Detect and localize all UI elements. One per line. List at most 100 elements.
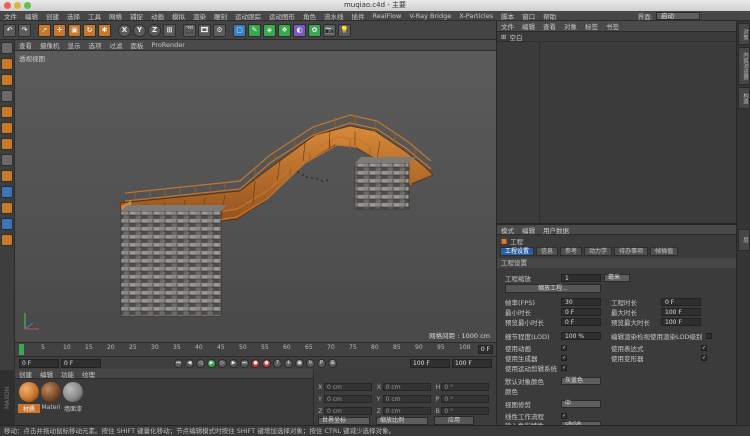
tab-todo[interactable]: 待办事项	[614, 246, 649, 256]
deformer-icon[interactable]: ◐	[293, 23, 306, 37]
stone-pier-left[interactable]	[120, 210, 222, 317]
timeline[interactable]: 0510152025303540455055606570758085909510…	[15, 342, 496, 356]
tab-structure[interactable]: 构造	[738, 87, 750, 109]
render-view-icon[interactable]: 🎬	[183, 23, 196, 37]
play-icon[interactable]: ▶	[207, 358, 216, 368]
obj-menu-edit[interactable]: 编辑	[518, 21, 539, 31]
axis-z-icon[interactable]: Z	[148, 23, 161, 37]
lod-render-checkbox[interactable]	[705, 332, 712, 339]
use-generators-checkbox[interactable]: ✓	[561, 354, 567, 361]
project-scale-unit[interactable]: 毫米	[604, 273, 630, 282]
object-color-dropdown[interactable]: 灰蓝色	[561, 376, 601, 385]
cloner-icon[interactable]: ❖	[278, 23, 291, 37]
edges-mode-icon[interactable]	[1, 122, 13, 134]
render-picture-icon[interactable]: 🎞	[198, 23, 211, 37]
spline-pen-icon[interactable]: ✎	[248, 23, 261, 37]
make-editable-icon[interactable]	[1, 42, 13, 54]
menu-render[interactable]: 渲染	[189, 11, 210, 21]
obj-menu-tags[interactable]: 标签	[581, 21, 602, 31]
rot-p-field[interactable]: 0 °	[441, 394, 490, 403]
rotation-key-icon[interactable]: ↻	[306, 358, 315, 368]
obj-menu-object[interactable]: 对象	[560, 21, 581, 31]
pos-z-field[interactable]: 0 cm	[324, 406, 372, 415]
menu-simulate[interactable]: 模拟	[168, 11, 189, 21]
menu-plugins[interactable]: 插件	[348, 11, 369, 21]
menu-script[interactable]: 脚本	[497, 11, 518, 21]
menu-help[interactable]: 帮助	[539, 11, 560, 21]
preview-min-field[interactable]: 0 F	[561, 317, 601, 326]
material-swatch-3[interactable]	[63, 382, 83, 402]
recent-tool-icon[interactable]: ✱	[98, 23, 111, 37]
vp-menu-prorender[interactable]: ProRender	[148, 41, 189, 49]
coord-apply-button[interactable]: 应用	[434, 416, 474, 425]
menu-realflow[interactable]: RealFlow	[369, 12, 406, 20]
max-time-field[interactable]: 100 F	[661, 307, 701, 316]
minimize-icon[interactable]	[14, 2, 21, 9]
menu-snap[interactable]: 捕捉	[126, 11, 147, 21]
menu-window[interactable]: 窗口	[518, 11, 539, 21]
rotate-icon[interactable]: ↻	[83, 23, 96, 37]
timeline-end-field[interactable]: 0 F	[477, 345, 493, 354]
light-icon[interactable]: 💡	[338, 23, 351, 37]
menu-vray[interactable]: V-Ray Bridge	[405, 12, 455, 20]
rot-b-field[interactable]: 0 °	[441, 406, 490, 415]
min-time-field[interactable]: 0 F	[561, 307, 601, 316]
scale-project-button[interactable]: 缩放工程...	[505, 284, 601, 293]
next-frame-icon[interactable]: ▷	[218, 358, 227, 368]
prev-key-icon[interactable]: ◀	[185, 358, 194, 368]
fps-field[interactable]: 30	[561, 297, 601, 306]
use-animation-checkbox[interactable]: ✓	[561, 344, 567, 351]
mat-menu-create[interactable]: 创建	[15, 369, 36, 379]
use-deformers-checkbox[interactable]: ✓	[701, 354, 707, 361]
tab-dynamics[interactable]: 动力学	[584, 246, 613, 256]
mat-menu-texture[interactable]: 纹理	[78, 369, 99, 379]
pla-key-icon[interactable]: ⊞	[328, 358, 337, 368]
param-key-icon[interactable]: P	[317, 358, 326, 368]
menu-xparticles[interactable]: X-Particles	[455, 12, 497, 20]
use-expressions-checkbox[interactable]: ✓	[701, 344, 707, 351]
cube-icon[interactable]: ▢	[233, 23, 246, 37]
vp-menu-camera[interactable]: 摄像机	[36, 40, 64, 50]
rot-h-field[interactable]: 0 °	[441, 382, 490, 391]
menu-edit[interactable]: 编辑	[21, 11, 42, 21]
bridge-model[interactable]	[15, 51, 496, 342]
obj-menu-bookmarks[interactable]: 书签	[602, 21, 623, 31]
tab-reference[interactable]: 参考	[560, 246, 583, 256]
vp-menu-filter[interactable]: 过滤	[106, 40, 127, 50]
linear-workflow-checkbox[interactable]: ✓	[561, 412, 567, 419]
camera-icon[interactable]: 📷	[323, 23, 336, 37]
axis-x-icon[interactable]: X	[118, 23, 131, 37]
stone-pier-right[interactable]	[354, 162, 410, 210]
axis-y-icon[interactable]: Y	[133, 23, 146, 37]
current-frame-field[interactable]: 0 F	[61, 358, 101, 368]
move-icon[interactable]: ✛	[53, 23, 66, 37]
menu-create[interactable]: 创建	[42, 11, 63, 21]
menu-tools[interactable]: 工具	[84, 11, 105, 21]
coord-scale-dropdown[interactable]: 缩放比例	[376, 416, 428, 425]
start-frame-field[interactable]: 0 F	[19, 358, 59, 368]
close-icon[interactable]	[4, 2, 11, 9]
vp-menu-display[interactable]: 显示	[64, 40, 85, 50]
mat-menu-function[interactable]: 功能	[57, 369, 78, 379]
menu-character[interactable]: 角色	[299, 11, 320, 21]
timeline-ruler[interactable]: 0510152025303540455055606570758085909510…	[19, 344, 491, 356]
menu-file[interactable]: 文件	[0, 11, 21, 21]
object-row[interactable]: ⊞ 空白	[497, 32, 736, 42]
texture-mode-icon[interactable]	[1, 74, 13, 86]
project-length-field[interactable]: 0 F	[661, 297, 701, 306]
prev-frame-icon[interactable]: ◁	[196, 358, 205, 368]
size-y-field[interactable]: 0 cm	[382, 394, 431, 403]
next-key-icon[interactable]: ▶	[229, 358, 238, 368]
view-clip-dropdown[interactable]: 中	[561, 399, 601, 408]
scale-icon[interactable]: ▣	[68, 23, 81, 37]
pos-x-field[interactable]: 0 cm	[324, 382, 372, 391]
autokey-icon[interactable]: ●	[262, 358, 271, 368]
tab-objects[interactable]: 对象	[738, 23, 750, 45]
vp-menu-view[interactable]: 查看	[15, 40, 36, 50]
environment-icon[interactable]: ✿	[308, 23, 321, 37]
vp-menu-panel[interactable]: 面板	[127, 40, 148, 50]
model-mode-icon[interactable]	[1, 58, 13, 70]
tab-layers[interactable]: 层	[738, 229, 750, 251]
menu-mograph[interactable]: 运动图形	[265, 11, 299, 21]
size-x-field[interactable]: 0 cm	[382, 382, 431, 391]
